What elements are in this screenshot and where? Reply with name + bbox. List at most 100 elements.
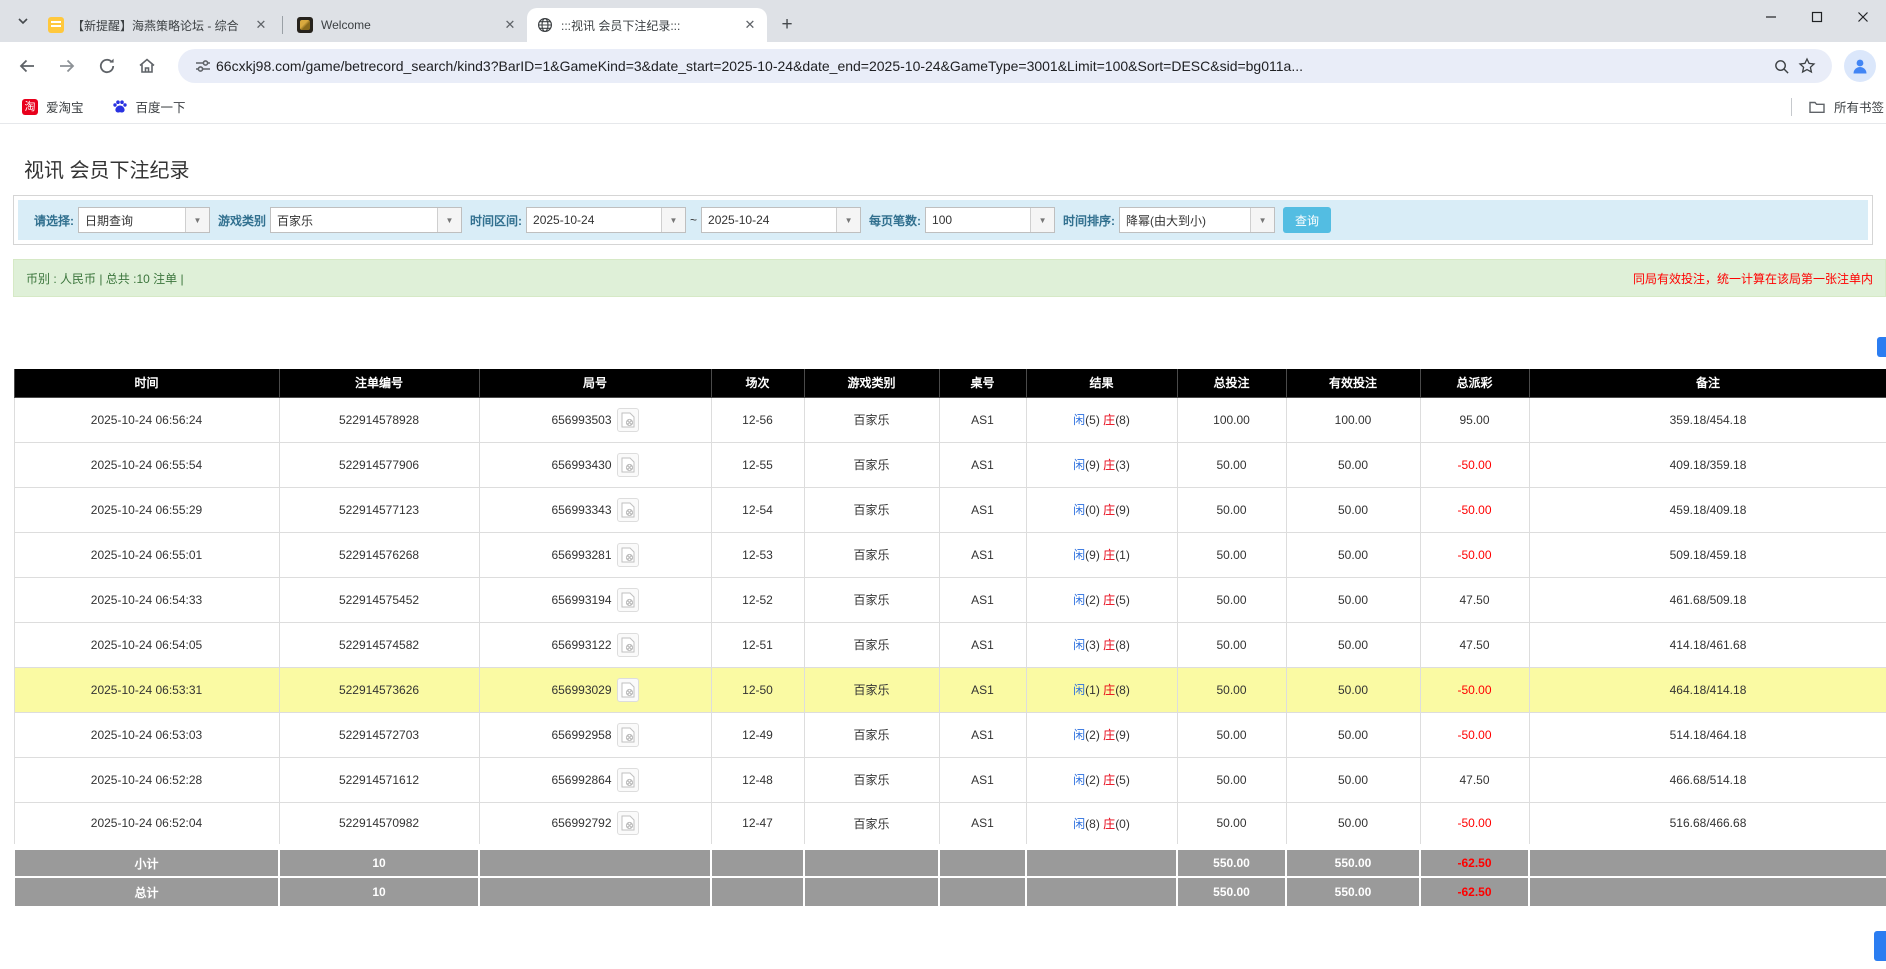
cell-remark: 509.18/459.18 <box>1529 532 1886 577</box>
window-controls <box>1748 0 1886 34</box>
cell-remark: 459.18/409.18 <box>1529 487 1886 532</box>
valid-bet-notice: 同局有效投注，统一计算在该局第一张注单内 <box>1633 270 1873 287</box>
cell-time: 2025-10-24 06:53:03 <box>14 712 279 757</box>
chevron-down-icon[interactable]: ▼ <box>1250 208 1274 232</box>
table-row: 2025-10-24 06:55:01 522914576268 6569932… <box>14 532 1886 577</box>
forward-icon <box>57 56 77 76</box>
header-valid-bet: 有效投注 <box>1286 369 1420 397</box>
cell-total-bet-link[interactable]: 50.00 <box>1177 802 1286 847</box>
game-type-select[interactable]: 百家乐 ▼ <box>270 207 462 233</box>
taobao-icon: 淘 <box>22 99 38 115</box>
date-start-select[interactable]: 2025-10-24 ▼ <box>526 207 686 233</box>
cell-remark: 461.68/509.18 <box>1529 577 1886 622</box>
cell-result: 闲(5) 庄(8) <box>1026 397 1177 442</box>
sort-label: 时间排序: <box>1063 212 1115 229</box>
site-settings-icon[interactable] <box>190 53 216 79</box>
chevron-down-icon[interactable]: ▼ <box>185 208 209 232</box>
video-record-icon[interactable] <box>617 633 639 657</box>
cell-total-bet-link[interactable]: 50.00 <box>1177 442 1286 487</box>
cell-payout: -50.00 <box>1420 802 1529 847</box>
tab-close-icon[interactable]: ✕ <box>741 16 759 34</box>
query-type-select[interactable]: 日期查询 ▼ <box>78 207 210 233</box>
bookmark-star-icon[interactable] <box>1794 53 1820 79</box>
cell-total-bet-link[interactable]: 50.00 <box>1177 487 1286 532</box>
search-button[interactable]: 查询 <box>1283 207 1331 233</box>
cell-total-bet-link[interactable]: 50.00 <box>1177 622 1286 667</box>
chevron-down-icon[interactable]: ▼ <box>1030 208 1054 232</box>
cell-bet-id: 522914576268 <box>279 532 479 577</box>
cell-table-no: AS1 <box>939 712 1026 757</box>
person-icon <box>1850 56 1870 76</box>
video-record-icon[interactable] <box>617 453 639 477</box>
cell-round-id: 656993029 <box>479 667 711 712</box>
cell-session: 12-52 <box>711 577 804 622</box>
refresh-button[interactable] <box>90 49 124 83</box>
search-icon[interactable] <box>1768 53 1794 79</box>
cell-time: 2025-10-24 06:56:24 <box>14 397 279 442</box>
new-tab-button[interactable]: + <box>773 11 801 39</box>
tab-search-button[interactable] <box>8 6 38 36</box>
subtotal-count: 10 <box>279 847 479 877</box>
video-record-icon[interactable] <box>617 768 639 792</box>
back-button[interactable] <box>10 49 44 83</box>
address-bar[interactable]: 66cxkj98.com/game/betrecord_search/kind3… <box>178 49 1832 83</box>
cell-game-type: 百家乐 <box>804 667 939 712</box>
cell-round-id: 656993503 <box>479 397 711 442</box>
chevron-down-icon[interactable]: ▼ <box>661 208 685 232</box>
cell-total-bet-link[interactable]: 50.00 <box>1177 712 1286 757</box>
cell-remark: 359.18/454.18 <box>1529 397 1886 442</box>
per-page-select[interactable]: 100 ▼ <box>925 207 1055 233</box>
cell-total-bet-link[interactable]: 50.00 <box>1177 532 1286 577</box>
profile-avatar[interactable] <box>1844 50 1876 82</box>
home-button[interactable] <box>130 49 164 83</box>
filter-panel: 请选择: 日期查询 ▼ 游戏类别 百家乐 ▼ 时间区间: 2025-10-24 … <box>13 195 1873 245</box>
cell-total-bet-link[interactable]: 100.00 <box>1177 397 1286 442</box>
cell-total-bet-link[interactable]: 50.00 <box>1177 667 1286 712</box>
cell-round-id: 656992958 <box>479 712 711 757</box>
chevron-down-icon[interactable]: ▼ <box>437 208 461 232</box>
close-window-button[interactable] <box>1840 0 1886 34</box>
bookmark-aitaobao[interactable]: 淘 爱淘宝 <box>22 97 84 116</box>
header-game-type: 游戏类别 <box>804 369 939 397</box>
sort-select[interactable]: 降幂(由大到小) ▼ <box>1119 207 1275 233</box>
video-record-icon[interactable] <box>617 811 639 835</box>
cell-bet-id: 522914570982 <box>279 802 479 847</box>
cell-game-type: 百家乐 <box>804 577 939 622</box>
edge-button-top[interactable] <box>1877 337 1886 357</box>
cell-session: 12-54 <box>711 487 804 532</box>
tab-welcome[interactable]: Welcome ✕ <box>287 8 527 42</box>
cell-total-bet-link[interactable]: 50.00 <box>1177 757 1286 802</box>
tab-close-icon[interactable]: ✕ <box>501 16 519 34</box>
minimize-button[interactable] <box>1748 0 1794 34</box>
tab-bet-records[interactable]: :::视讯 会员下注纪录::: ✕ <box>527 8 767 42</box>
browser-window: { "browser": { "tabs": [ { "title": "【新提… <box>0 0 1886 969</box>
edge-button-bottom[interactable] <box>1874 931 1886 961</box>
all-bookmarks-label: 所有书签 <box>1834 97 1886 116</box>
cell-time: 2025-10-24 06:54:33 <box>14 577 279 622</box>
folder-icon <box>1808 98 1826 116</box>
video-record-icon[interactable] <box>617 408 639 432</box>
tab-forum[interactable]: 【新提醒】海燕策略论坛 - 综合 ✕ <box>38 8 278 42</box>
video-record-icon[interactable] <box>617 588 639 612</box>
bookmark-baidu[interactable]: 百度一下 <box>112 97 186 116</box>
forward-button[interactable] <box>50 49 84 83</box>
maximize-button[interactable] <box>1794 0 1840 34</box>
cell-game-type: 百家乐 <box>804 757 939 802</box>
cell-session: 12-47 <box>711 802 804 847</box>
cell-valid-bet: 50.00 <box>1286 712 1420 757</box>
tab-strip: 【新提醒】海燕策略论坛 - 综合 ✕ Welcome ✕ :::视讯 会员下注纪… <box>0 0 1886 42</box>
url-text[interactable]: 66cxkj98.com/game/betrecord_search/kind3… <box>216 58 1768 74</box>
cell-table-no: AS1 <box>939 667 1026 712</box>
date-end-select[interactable]: 2025-10-24 ▼ <box>701 207 861 233</box>
tab-close-icon[interactable]: ✕ <box>252 16 270 34</box>
chevron-down-icon[interactable]: ▼ <box>836 208 860 232</box>
cell-result: 闲(2) 庄(5) <box>1026 757 1177 802</box>
cell-payout: -50.00 <box>1420 712 1529 757</box>
video-record-icon[interactable] <box>617 498 639 522</box>
all-bookmarks[interactable]: 所有书签 <box>1791 90 1886 123</box>
cell-result: 闲(1) 庄(8) <box>1026 667 1177 712</box>
video-record-icon[interactable] <box>617 723 639 747</box>
video-record-icon[interactable] <box>617 678 639 702</box>
cell-total-bet-link[interactable]: 50.00 <box>1177 577 1286 622</box>
video-record-icon[interactable] <box>617 543 639 567</box>
